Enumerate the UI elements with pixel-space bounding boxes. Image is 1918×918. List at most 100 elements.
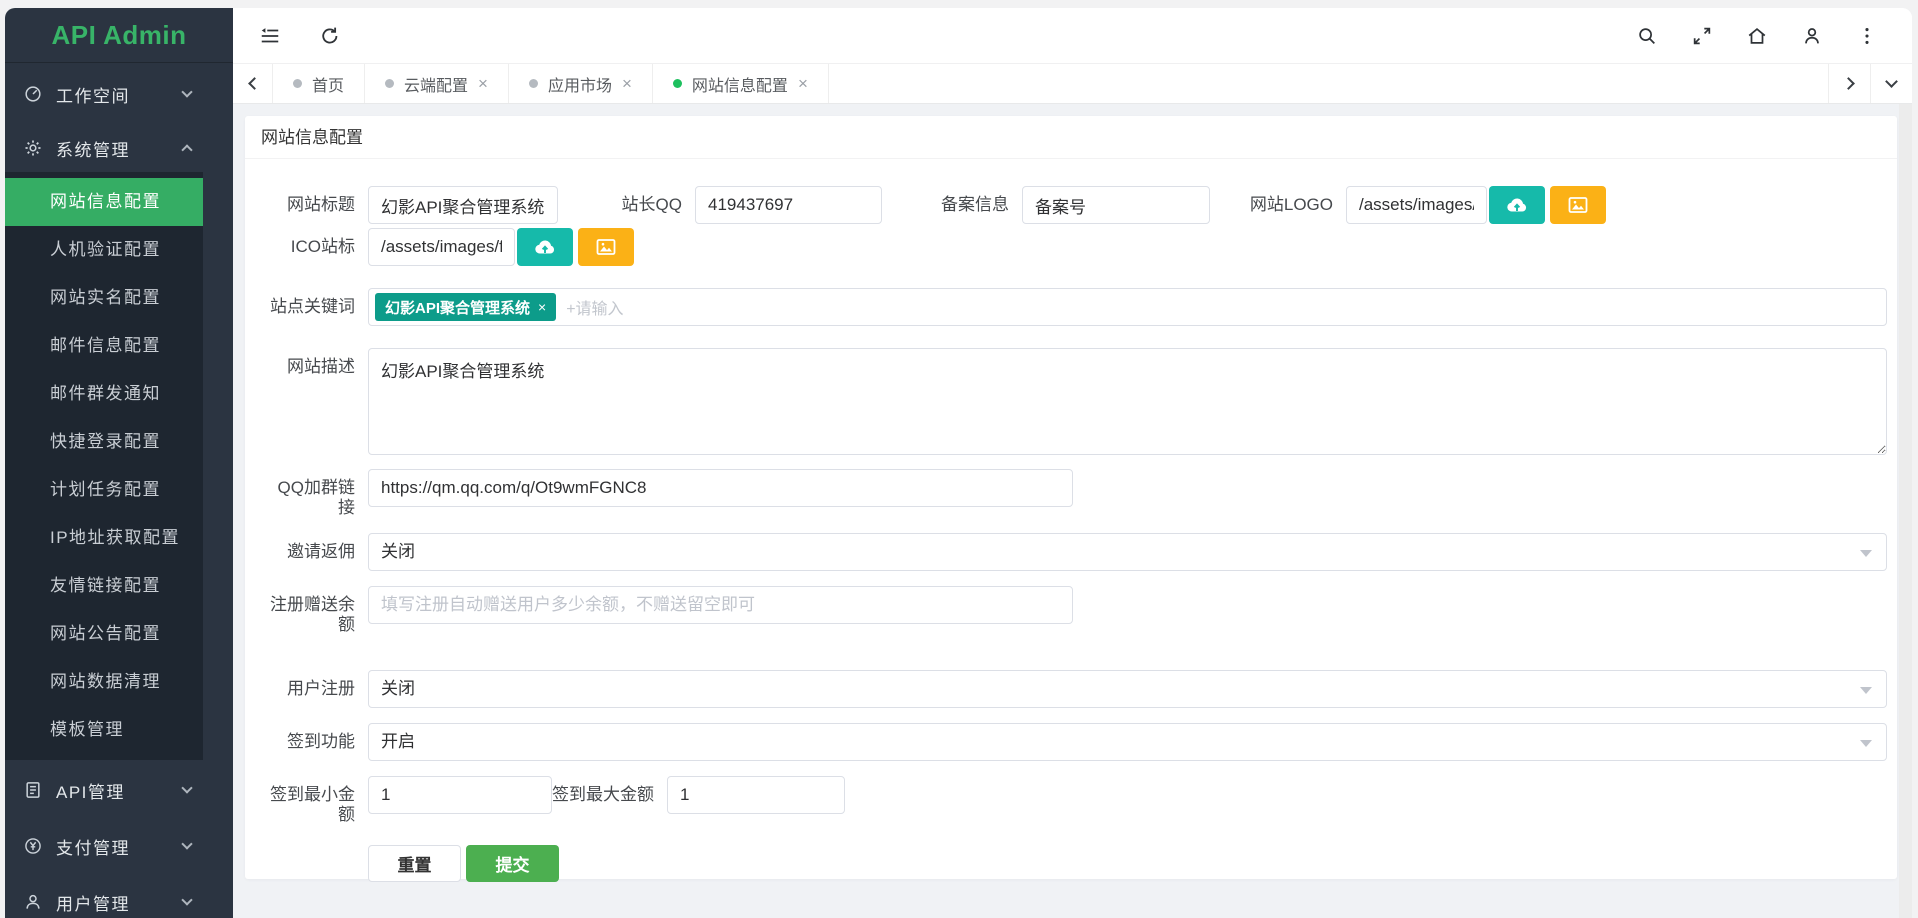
collapse-menu-icon[interactable] bbox=[259, 25, 281, 47]
sign-min-input[interactable] bbox=[368, 776, 552, 814]
tab-app-market[interactable]: 应用市场 × bbox=[509, 64, 653, 103]
home-icon[interactable] bbox=[1746, 25, 1768, 47]
form-row-sign-in: 签到功能 开启 bbox=[265, 723, 1897, 761]
beian-input[interactable] bbox=[1022, 186, 1210, 224]
upload-cloud-icon bbox=[532, 234, 558, 260]
invite-rebate-select[interactable]: 关闭 bbox=[368, 533, 1887, 571]
logo-upload-button[interactable] bbox=[1489, 186, 1545, 224]
tab-site-info-config[interactable]: 网站信息配置 × bbox=[653, 64, 829, 103]
sidebar-item-api[interactable]: API管理 bbox=[5, 766, 203, 814]
qq-group-label: QQ加群链接 bbox=[265, 469, 355, 518]
sidebar: API Admin 工作空间 bbox=[5, 8, 233, 918]
keywords-input[interactable]: 幻影API聚合管理系统 × +请输入 bbox=[368, 288, 1887, 326]
sidebar-item-system[interactable]: 系统管理 bbox=[5, 124, 203, 172]
keywords-placeholder: +请输入 bbox=[566, 295, 623, 319]
header-left-actions bbox=[259, 25, 341, 47]
sidebar-item-label: 工作空间 bbox=[56, 82, 183, 107]
more-icon[interactable] bbox=[1856, 25, 1878, 47]
sidebar-item-data-cleanup[interactable]: 网站数据清理 bbox=[5, 658, 203, 706]
sidebar-item-announcement[interactable]: 网站公告配置 bbox=[5, 610, 203, 658]
logo-input[interactable] bbox=[1346, 186, 1487, 224]
upload-cloud-icon bbox=[1504, 192, 1530, 218]
chevron-right-icon bbox=[1842, 77, 1855, 90]
sign-in-select[interactable]: 开启 bbox=[368, 723, 1887, 761]
sidebar-nav: 工作空间 系统管理 bbox=[5, 63, 203, 918]
image-icon bbox=[594, 235, 618, 259]
close-icon[interactable]: × bbox=[478, 75, 488, 92]
user-register-select[interactable]: 关闭 bbox=[368, 670, 1887, 708]
tab-home[interactable]: 首页 bbox=[273, 64, 365, 103]
sidebar-item-label: 用户管理 bbox=[56, 890, 183, 915]
sidebar-item-quick-login[interactable]: 快捷登录配置 bbox=[5, 418, 203, 466]
tab-cloud-config[interactable]: 云端配置 × bbox=[365, 64, 509, 103]
tab-bar: 首页 云端配置 × 应用市场 × 网站信息配置 × bbox=[233, 63, 1912, 104]
register-gift-label: 注册赠送余额 bbox=[265, 586, 355, 635]
sidebar-item-ip-config[interactable]: IP地址获取配置 bbox=[5, 514, 203, 562]
site-title-input[interactable] bbox=[368, 186, 558, 224]
tag-close-icon[interactable]: × bbox=[538, 299, 546, 315]
register-gift-input[interactable] bbox=[368, 586, 1073, 624]
form-row-keywords: 站点关键词 幻影API聚合管理系统 × +请输入 bbox=[265, 288, 1897, 326]
sidebar-submenu-system: 网站信息配置 人机验证配置 网站实名配置 邮件信息配置 邮件群发通知 快捷登录配… bbox=[5, 172, 203, 760]
qq-input[interactable] bbox=[695, 186, 882, 224]
sidebar-item-mail-broadcast[interactable]: 邮件群发通知 bbox=[5, 370, 203, 418]
submit-button[interactable]: 提交 bbox=[466, 845, 559, 882]
description-label: 网站描述 bbox=[265, 348, 355, 377]
ico-label: ICO站标 bbox=[265, 228, 355, 257]
user-register-label: 用户注册 bbox=[265, 670, 355, 699]
logo-preview-button[interactable] bbox=[1550, 186, 1606, 224]
sign-max-input[interactable] bbox=[667, 776, 845, 814]
qq-group-input[interactable] bbox=[368, 469, 1073, 507]
main-area: 首页 云端配置 × 应用市场 × 网站信息配置 × bbox=[233, 8, 1912, 918]
reset-button[interactable]: 重置 bbox=[368, 845, 461, 882]
keyword-tag[interactable]: 幻影API聚合管理系统 × bbox=[375, 293, 556, 321]
sidebar-item-captcha-config[interactable]: 人机验证配置 bbox=[5, 226, 203, 274]
fullscreen-icon[interactable] bbox=[1691, 25, 1713, 47]
chevron-up-icon bbox=[181, 144, 192, 155]
form-row-description: 网站描述 幻影API聚合管理系统 bbox=[265, 348, 1897, 455]
tabs-menu-button[interactable] bbox=[1870, 64, 1912, 103]
page-title: 网站信息配置 bbox=[245, 116, 1897, 159]
close-icon[interactable]: × bbox=[622, 75, 632, 92]
user-icon[interactable] bbox=[1801, 25, 1823, 47]
close-icon[interactable]: × bbox=[798, 75, 808, 92]
sidebar-item-realname-config[interactable]: 网站实名配置 bbox=[5, 274, 203, 322]
ico-preview-button[interactable] bbox=[578, 228, 634, 266]
tab-label: 首页 bbox=[312, 72, 344, 96]
sidebar-item-site-info-config[interactable]: 网站信息配置 bbox=[5, 178, 203, 226]
content-area: 网站信息配置 网站标题 站长QQ 备案信息 网站LOGO bbox=[233, 104, 1912, 918]
description-textarea[interactable]: 幻影API聚合管理系统 bbox=[368, 348, 1887, 455]
sidebar-item-friend-links[interactable]: 友情链接配置 bbox=[5, 562, 203, 610]
top-header bbox=[233, 8, 1912, 63]
chevron-down-icon bbox=[181, 782, 192, 793]
caret-down-icon bbox=[1860, 550, 1872, 557]
app-window: API Admin 工作空间 bbox=[5, 8, 1912, 918]
tabs-scroll-right-button[interactable] bbox=[1828, 64, 1870, 103]
gear-icon bbox=[23, 138, 43, 158]
ico-input[interactable] bbox=[368, 228, 515, 266]
sidebar-item-cron-config[interactable]: 计划任务配置 bbox=[5, 466, 203, 514]
yen-icon bbox=[23, 836, 43, 856]
sign-min-label: 签到最小金额 bbox=[265, 776, 355, 825]
chevron-left-icon bbox=[248, 77, 261, 90]
sidebar-item-workspace[interactable]: 工作空间 bbox=[5, 70, 203, 118]
chevron-down-icon bbox=[181, 838, 192, 849]
sidebar-item-mail-config[interactable]: 邮件信息配置 bbox=[5, 322, 203, 370]
sidebar-item-pay[interactable]: 支付管理 bbox=[5, 822, 203, 870]
refresh-icon[interactable] bbox=[319, 25, 341, 47]
select-value: 关闭 bbox=[381, 679, 415, 698]
site-info-form: 网站标题 站长QQ 备案信息 网站LOGO bbox=[245, 159, 1897, 882]
sidebar-item-template-mgmt[interactable]: 模板管理 bbox=[5, 706, 203, 754]
ico-upload-button[interactable] bbox=[517, 228, 573, 266]
scrollbar[interactable] bbox=[1899, 104, 1912, 918]
keywords-label: 站点关键词 bbox=[265, 288, 355, 317]
tabs-scroll-left-button[interactable] bbox=[233, 64, 273, 103]
sidebar-item-user[interactable]: 用户管理 bbox=[5, 878, 203, 918]
sidebar-item-label: API管理 bbox=[56, 778, 183, 803]
form-row-sign-amounts: 签到最小金额 签到最大金额 bbox=[265, 776, 1897, 825]
select-value: 关闭 bbox=[381, 542, 415, 561]
sign-max-label: 签到最大金额 bbox=[552, 776, 654, 805]
form-row-basic: 网站标题 站长QQ 备案信息 网站LOGO bbox=[265, 186, 1897, 224]
dashboard-icon bbox=[23, 84, 43, 104]
search-icon[interactable] bbox=[1636, 25, 1658, 47]
